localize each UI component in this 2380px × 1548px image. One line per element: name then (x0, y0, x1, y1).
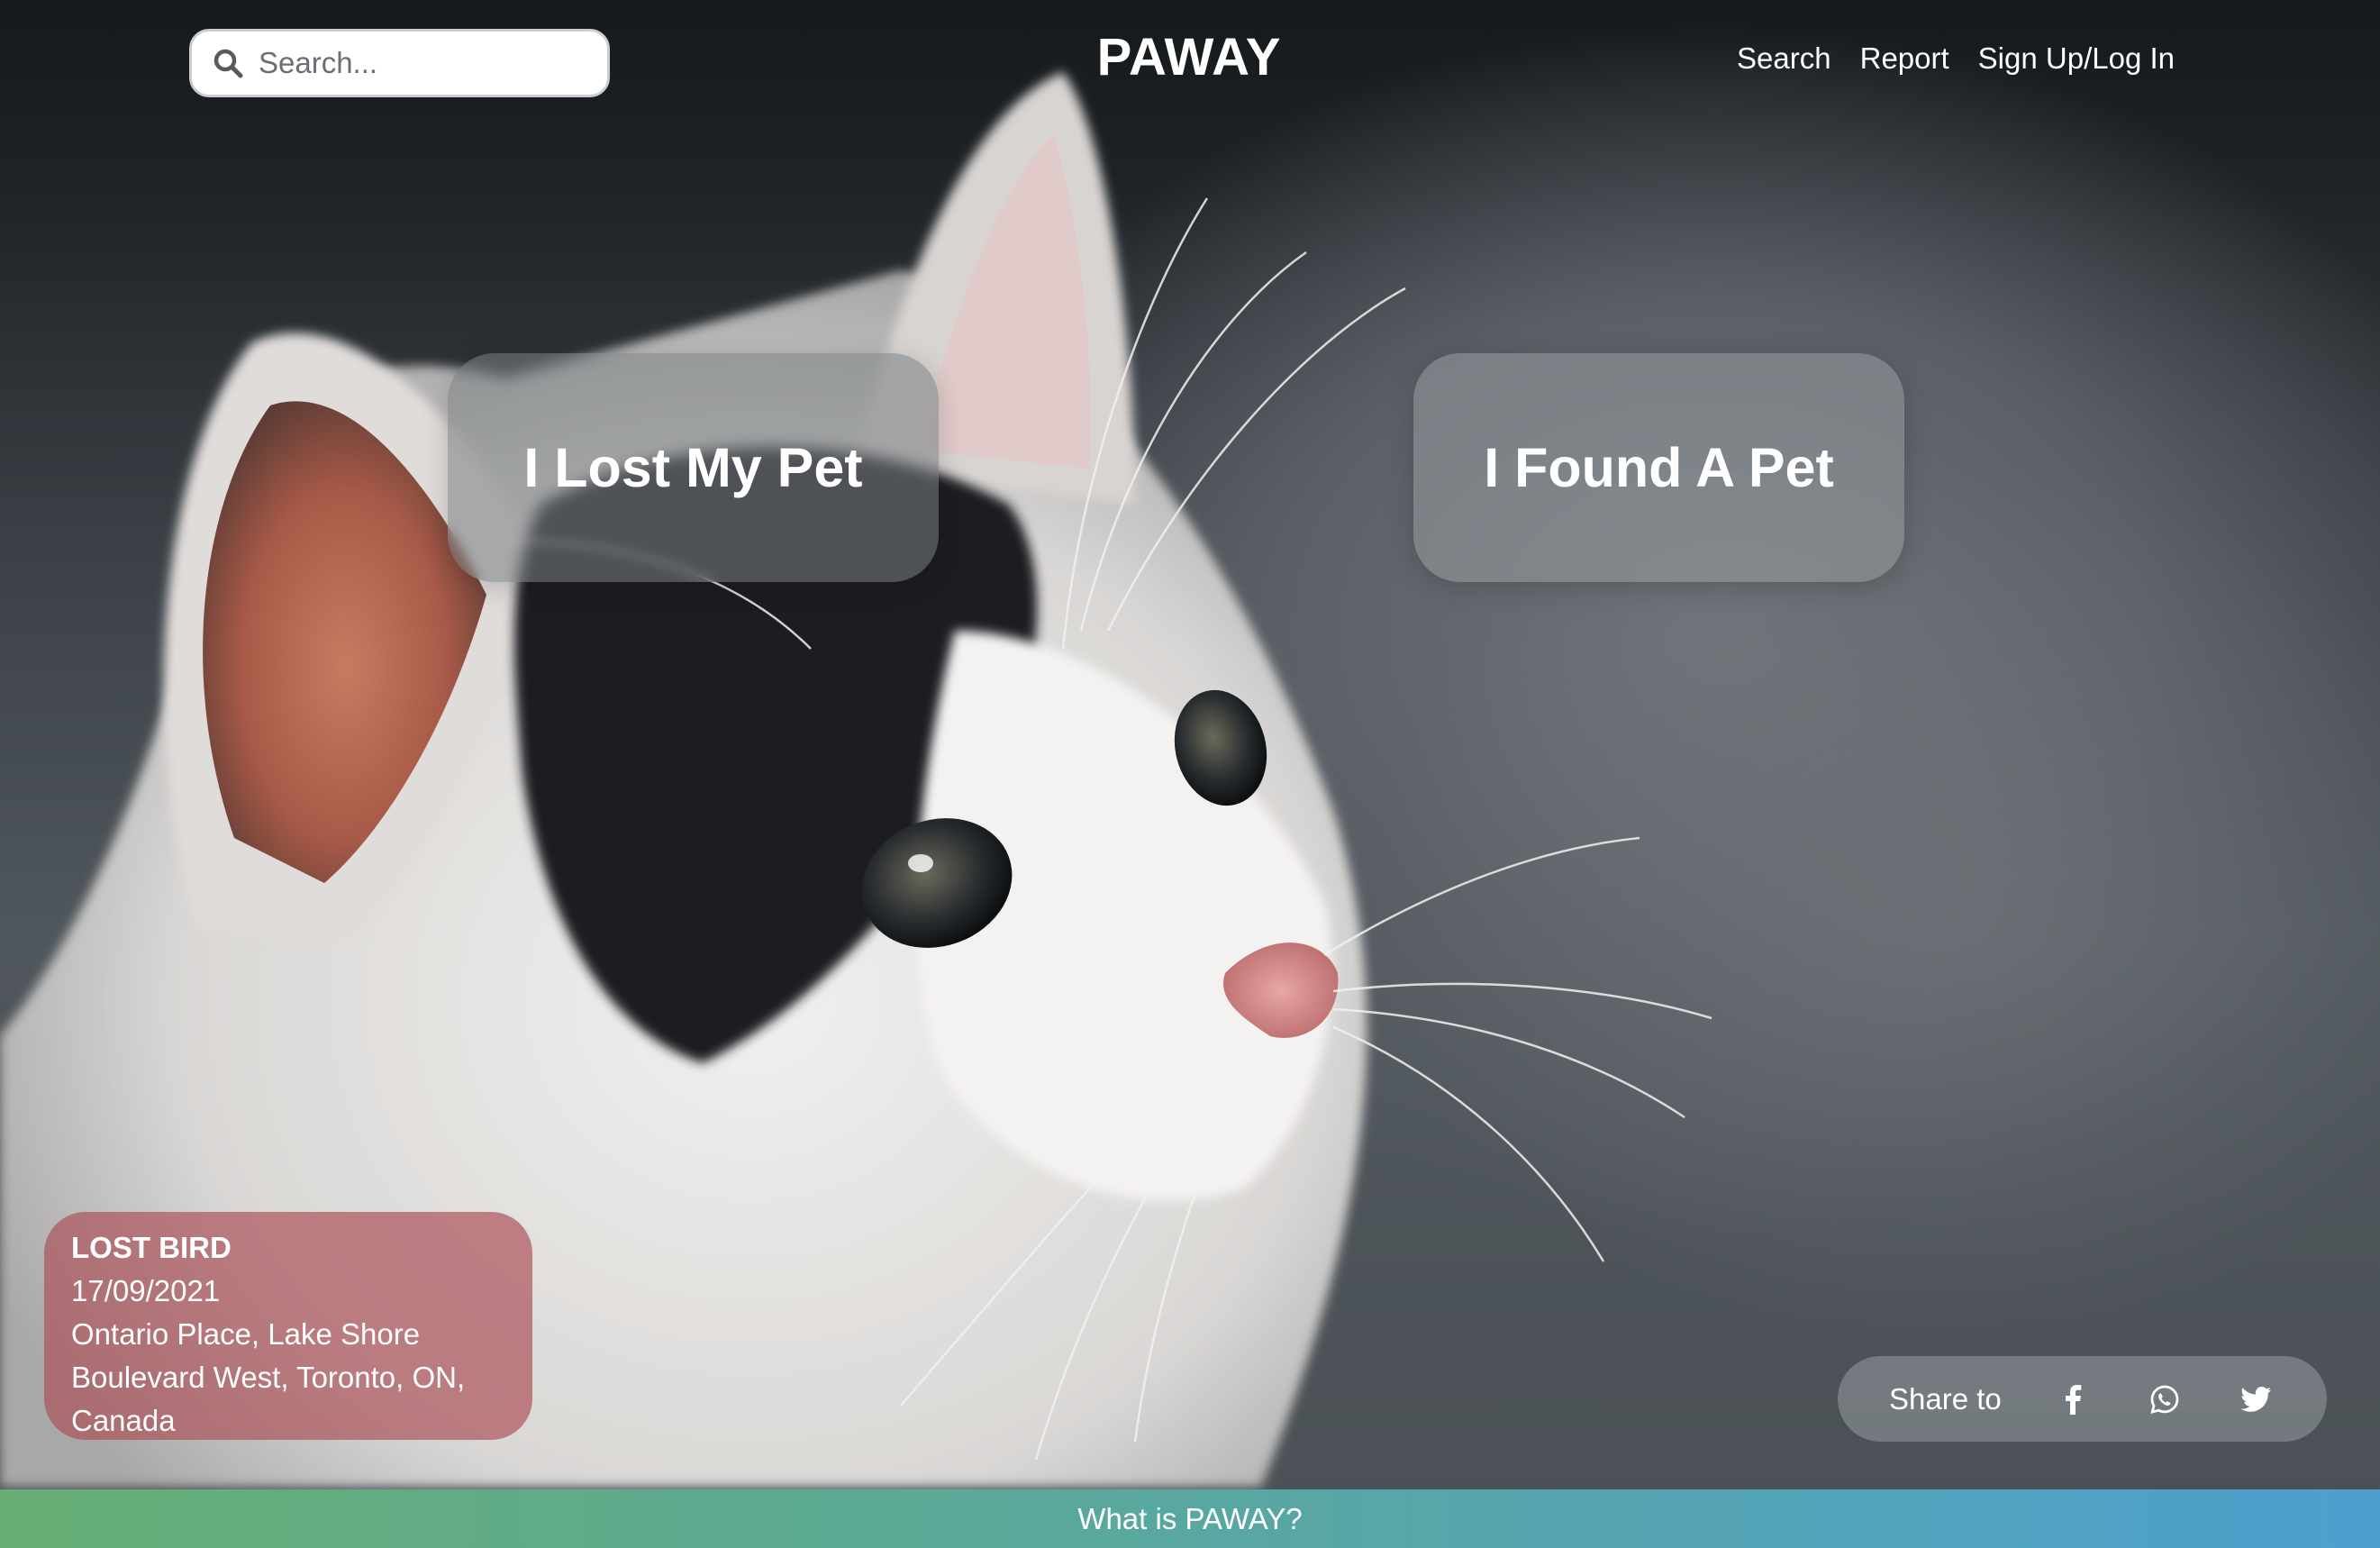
nav-signup-login[interactable]: Sign Up/Log In (1978, 41, 2175, 76)
card-location-line: Canada (71, 1404, 176, 1437)
brand-logo[interactable]: PAWAY (1009, 27, 1369, 87)
card-date: 17/09/2021 (71, 1274, 221, 1307)
top-nav: Search Report Sign Up/Log In (1737, 41, 2175, 76)
share-bar: Share to (1838, 1356, 2327, 1442)
search-box[interactable] (189, 29, 610, 97)
lost-pet-button[interactable]: I Lost My Pet (448, 353, 939, 582)
what-is-paway-bar[interactable]: What is PAWAY? (0, 1489, 2380, 1548)
card-location-line: Boulevard West, Toronto, ON, (71, 1361, 466, 1394)
whatsapp-icon[interactable] (2142, 1377, 2187, 1422)
search-icon (212, 47, 244, 79)
search-input[interactable] (259, 46, 592, 80)
twitter-icon[interactable] (2234, 1377, 2279, 1422)
share-label: Share to (1889, 1381, 2002, 1416)
lost-pet-card[interactable]: LOST BIRD 17/09/2021 Ontario Place, Lake… (44, 1212, 532, 1440)
landing-page: PAWAY Search Report Sign Up/Log In I Los… (0, 0, 2380, 1548)
facebook-icon[interactable] (2050, 1377, 2095, 1422)
nav-search[interactable]: Search (1737, 41, 1831, 76)
card-location-line: Ontario Place, Lake Shore (71, 1317, 421, 1351)
card-title: LOST BIRD (71, 1231, 232, 1264)
nav-report[interactable]: Report (1860, 41, 1949, 76)
found-pet-button[interactable]: I Found A Pet (1413, 353, 1904, 582)
